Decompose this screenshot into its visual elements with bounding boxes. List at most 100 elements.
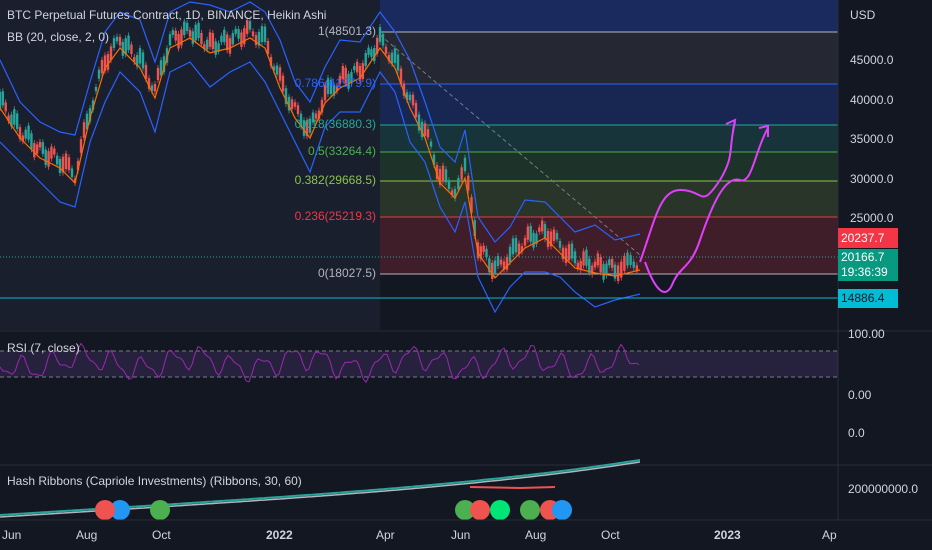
candle-body xyxy=(188,30,192,37)
candle-body xyxy=(546,230,550,247)
candle-body xyxy=(197,22,200,39)
candle-body xyxy=(94,86,98,92)
candle-body xyxy=(353,66,356,71)
candle-body xyxy=(130,44,133,54)
candle-body xyxy=(127,35,130,50)
rsi-tick-zero: 0.0 xyxy=(848,426,865,440)
candle-body xyxy=(381,33,385,46)
price-tick-label: 30000.0 xyxy=(850,172,894,186)
candle-body xyxy=(225,34,229,51)
chart-title[interactable]: BTC Perpetual Futures Contract, 1D, BINA… xyxy=(7,8,326,22)
rsi-label[interactable]: RSI (7, close) xyxy=(7,341,80,355)
candle-body xyxy=(245,20,249,34)
candle-body xyxy=(223,29,226,43)
date-tick-label: Oct xyxy=(601,528,620,542)
candle-body xyxy=(441,165,445,182)
date-tick-label: 2023 xyxy=(714,528,741,542)
hash-signal-dot xyxy=(490,500,510,520)
fib-level-label: 0.5(33264.4) xyxy=(307,144,376,158)
date-tick-label: Jun xyxy=(2,528,22,542)
candle-body xyxy=(260,26,264,43)
candle-body xyxy=(626,252,629,266)
candle-body xyxy=(27,125,30,140)
rsi-tick-100: 100.00 xyxy=(848,327,885,341)
candle-body xyxy=(240,32,243,47)
candle-body xyxy=(496,256,500,267)
trading-chart[interactable] xyxy=(0,0,932,550)
candle-body xyxy=(573,251,577,264)
candle-body xyxy=(112,38,116,48)
candle-body xyxy=(414,102,418,118)
candle-body xyxy=(185,22,189,32)
fib-level-label: 0.618(36880.3) xyxy=(294,117,376,131)
candle-body xyxy=(370,49,373,57)
candle-body xyxy=(228,38,232,54)
candle-body xyxy=(55,155,59,165)
candle-body xyxy=(393,48,397,63)
candle-body xyxy=(508,246,512,263)
candle-body xyxy=(585,249,588,266)
candle-body xyxy=(24,129,27,139)
candle-body xyxy=(511,238,515,255)
support-price-tag: 14886.4 xyxy=(838,289,898,308)
fib-level-label: 0.786(41979.9) xyxy=(294,76,376,90)
candle-body xyxy=(532,232,535,248)
bb-indicator-label[interactable]: BB (20, close, 2, 0) xyxy=(7,30,109,44)
candle-body xyxy=(263,26,267,43)
candle-body xyxy=(205,39,209,50)
candle-body xyxy=(194,24,197,41)
candle-body xyxy=(616,265,620,282)
candle-body xyxy=(355,61,359,73)
fib-level-label: 0(18027.5) xyxy=(317,266,376,280)
candle-body xyxy=(177,33,180,49)
candle-body xyxy=(444,169,448,183)
candle-body xyxy=(447,180,451,190)
candle-body xyxy=(576,262,580,269)
candle-body xyxy=(457,178,460,190)
fib-band xyxy=(380,125,838,152)
hash-signal-dot xyxy=(552,500,572,520)
candle-body xyxy=(234,28,237,34)
hash-capitulation-segment xyxy=(469,486,556,490)
candle-body xyxy=(408,94,412,101)
candle-body xyxy=(523,237,527,246)
hash-ribbons-label[interactable]: Hash Ribbons (Capriole Investments) (Rib… xyxy=(7,474,302,488)
candle-body xyxy=(526,226,530,240)
bar-countdown: 19:36:39 xyxy=(841,265,888,279)
candle-body xyxy=(623,255,626,271)
hash-ribbons xyxy=(0,459,641,520)
candle-body xyxy=(121,41,125,56)
candle-body xyxy=(293,102,297,107)
price-tick-label: 35000.0 xyxy=(850,132,894,146)
candle-body xyxy=(33,143,36,158)
red-price-tag: 20237.7 xyxy=(838,228,898,248)
candle-body xyxy=(378,27,382,42)
candle-body xyxy=(251,31,255,37)
rsi-tick-0: 0.00 xyxy=(848,388,872,402)
candle-body xyxy=(538,227,541,232)
candle-body xyxy=(248,21,252,30)
candle-body xyxy=(588,258,591,273)
hash-tick: 200000000.0 xyxy=(848,482,919,496)
candle-body xyxy=(13,109,16,125)
candle-body xyxy=(367,47,370,55)
candle-body xyxy=(278,67,282,81)
fib-level-label: 1(48501.3) xyxy=(317,24,376,38)
candle-body xyxy=(159,60,163,76)
candle-body xyxy=(593,261,597,268)
price-tick-label: 25000.0 xyxy=(850,211,894,225)
fibonacci-retracement[interactable] xyxy=(380,31,838,275)
candle-body xyxy=(567,244,571,261)
fib-band xyxy=(380,32,838,84)
current-price-tag: 20166.7 19:36:39 xyxy=(838,249,898,281)
hash-signal-dot xyxy=(150,500,170,520)
candle-body xyxy=(608,259,611,266)
currency-label: USD xyxy=(850,8,876,22)
candle-body xyxy=(529,225,532,242)
candle-body xyxy=(168,34,172,46)
candle-body xyxy=(0,92,2,108)
candle-body xyxy=(281,75,285,92)
fib-level-label: 0.236(25219.3) xyxy=(294,209,376,223)
candle-body xyxy=(1,91,5,106)
candle-body xyxy=(220,35,223,43)
